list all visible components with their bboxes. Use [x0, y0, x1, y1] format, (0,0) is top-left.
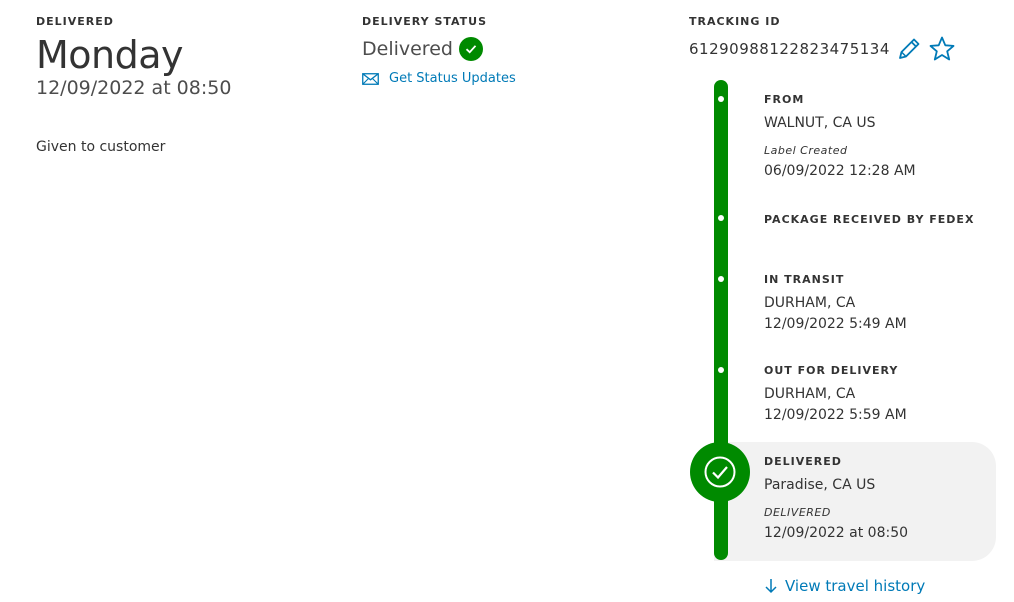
check-circle-icon: [458, 37, 483, 61]
event-info-label: DELIVERED: [764, 506, 831, 519]
timeline-dot: [718, 276, 724, 282]
delivery-status-section: DELIVERY STATUS Delivered Get Status Upd…: [362, 15, 516, 86]
timeline-event-delivered: DELIVERED Paradise, CA US DELIVERED 12/0…: [764, 455, 908, 544]
event-location: Paradise, CA US: [764, 477, 876, 493]
delivered-caption: DELIVERED: [36, 15, 114, 28]
delivery-summary: DELIVERED Monday 12/09/2022 at 08:50 Giv…: [36, 15, 232, 155]
timeline-dot: [718, 215, 724, 221]
timeline-event-from: FROM WALNUT, CA US Label Created 06/09/2…: [764, 93, 916, 182]
event-time: 12/09/2022 5:49 AM: [764, 316, 907, 332]
event-time: 12/09/2022 5:59 AM: [764, 407, 907, 423]
pencil-icon[interactable]: [896, 36, 922, 62]
view-travel-history-label: View travel history: [785, 577, 926, 595]
delivery-datetime: 12/09/2022 at 08:50: [36, 77, 232, 99]
event-title: IN TRANSIT: [764, 273, 845, 286]
tracking-number: 612909881228234751​34: [689, 40, 890, 58]
star-icon[interactable]: [928, 35, 956, 63]
get-status-updates-link[interactable]: Get Status Updates: [362, 71, 516, 86]
timeline-event-received: PACKAGE RECEIVED BY FEDEX: [764, 213, 974, 233]
delivered-check-icon: [690, 442, 750, 502]
timeline-dot: [718, 367, 724, 373]
arrow-down-icon: [765, 579, 777, 594]
timeline-dot: [718, 96, 724, 102]
event-location: WALNUT, CA US: [764, 115, 876, 131]
status-line: Delivered: [362, 37, 516, 61]
status-value: Delivered: [362, 38, 453, 60]
envelope-icon: [362, 72, 379, 85]
event-title: DELIVERED: [764, 455, 842, 468]
tracking-id-caption: TRACKING ID: [689, 15, 781, 28]
delivery-day: Monday: [36, 33, 184, 77]
get-status-updates-label: Get Status Updates: [389, 71, 516, 86]
event-title: FROM: [764, 93, 805, 106]
event-title: PACKAGE RECEIVED BY FEDEX: [764, 213, 975, 226]
event-info-label: Label Created: [764, 144, 848, 157]
event-time: 12/09/2022 at 08:50: [764, 525, 909, 541]
tracking-id-row: 612909881228234751​34: [689, 35, 956, 63]
event-location: DURHAM, CA: [764, 295, 856, 311]
event-time: 06/09/2022 12:28 AM: [764, 163, 916, 179]
timeline-event-in-transit: IN TRANSIT DURHAM, CA 12/09/2022 5:49 AM: [764, 273, 907, 335]
view-travel-history-link[interactable]: View travel history: [764, 577, 925, 595]
delivery-status-caption: DELIVERY STATUS: [362, 15, 488, 28]
event-title: OUT FOR DELIVERY: [764, 364, 899, 377]
delivery-note: Given to customer: [36, 139, 166, 155]
tracking-section: TRACKING ID 612909881228234751​34: [689, 15, 956, 63]
timeline-event-out-for-delivery: OUT FOR DELIVERY DURHAM, CA 12/09/2022 5…: [764, 364, 907, 426]
event-location: DURHAM, CA: [764, 386, 856, 402]
